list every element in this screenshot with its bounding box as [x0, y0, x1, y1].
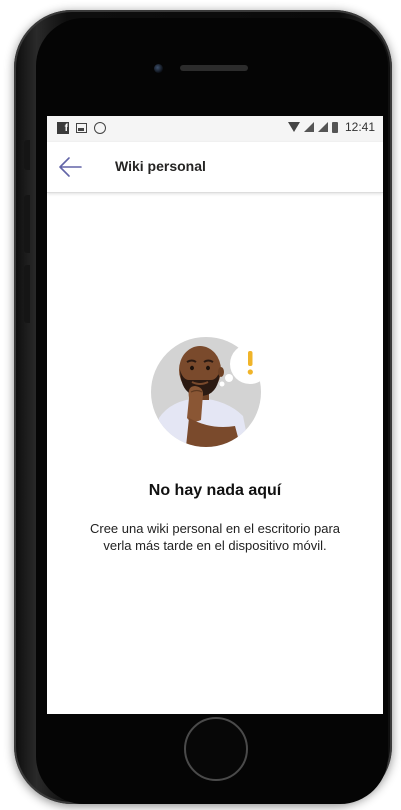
battery-icon: [331, 121, 338, 133]
empty-state-description: Cree una wiki personal en el escritorio …: [89, 521, 340, 553]
status-time: 12:41: [344, 120, 375, 134]
gallery-icon: [76, 123, 87, 133]
signal-icon: [317, 122, 328, 132]
app-bar: Wiki personal: [47, 142, 383, 193]
earpiece-speaker: [180, 65, 248, 71]
arrow-left-icon: [59, 157, 82, 177]
facebook-icon: f: [57, 122, 69, 134]
volume-down-button: [24, 265, 30, 323]
signal-icon: [303, 122, 314, 132]
whatsapp-icon: [94, 122, 106, 134]
home-button[interactable]: [184, 717, 248, 781]
status-bar: f 12:41: [47, 116, 383, 142]
empty-state-illustration: [151, 337, 270, 447]
system-icons: 12:41: [287, 120, 375, 134]
back-button[interactable]: [55, 154, 85, 180]
volume-up-button: [24, 195, 30, 253]
phone-screen: f 12:41 Wiki personal No hay nada aquí C…: [47, 116, 383, 714]
wifi-icon: [287, 122, 300, 132]
page-title: Wiki personal: [115, 158, 206, 174]
empty-state-title: No hay nada aquí: [148, 482, 282, 499]
mute-switch: [24, 140, 30, 170]
front-camera: [154, 64, 163, 73]
notification-icons: f: [57, 122, 106, 134]
